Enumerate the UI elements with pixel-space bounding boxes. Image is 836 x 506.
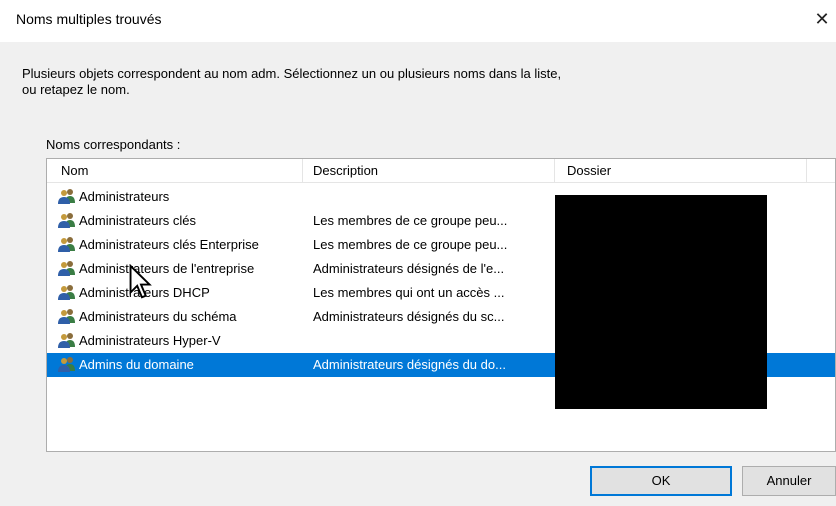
list-header: Nom Description Dossier	[47, 159, 835, 183]
row-name-text: Administrateurs	[79, 189, 170, 204]
group-icon	[57, 260, 77, 276]
column-header-description[interactable]: Description	[303, 159, 555, 183]
row-name-cell: Administrateurs clés Enterprise	[57, 233, 303, 257]
dialog-body: Plusieurs objets correspondent au nom ad…	[0, 42, 836, 506]
row-description-cell: Les membres de ce groupe peu...	[313, 213, 508, 228]
row-name-text: Administrateurs clés	[79, 213, 197, 228]
row-description-cell: Administrateurs désignés du sc...	[313, 309, 505, 324]
row-description-cell: Administrateurs désignés du do...	[313, 357, 506, 372]
row-name-cell: Admins du domaine	[57, 353, 303, 377]
cancel-button[interactable]: Annuler	[742, 466, 836, 496]
row-name-cell: Administrateurs	[57, 185, 303, 209]
group-icon	[57, 284, 77, 300]
group-icon	[57, 332, 77, 348]
row-name-text: Admins du domaine	[79, 357, 194, 372]
row-description-cell: Les membres de ce groupe peu...	[313, 237, 508, 252]
row-name-text: Administrateurs de l'entreprise	[79, 261, 255, 276]
group-icon	[57, 236, 77, 252]
row-name-cell: Administrateurs clés	[57, 209, 303, 233]
group-icon	[57, 356, 77, 372]
column-header-folder[interactable]: Dossier	[555, 159, 807, 183]
title-bar: Noms multiples trouvés ✕	[0, 0, 836, 40]
row-name-cell: Administrateurs du schéma	[57, 305, 303, 329]
matching-names-list[interactable]: Nom Description Dossier Administrateurs A…	[46, 158, 836, 452]
row-name-text: Administrateurs clés Enterprise	[79, 237, 259, 252]
mouse-cursor-icon	[129, 264, 152, 299]
row-description-cell: Administrateurs désignés de l'e...	[313, 261, 505, 276]
row-name-cell: Administrateurs DHCP	[57, 281, 303, 305]
matching-names-label: Noms correspondants :	[46, 137, 181, 152]
group-icon	[57, 188, 77, 204]
dialog-title: Noms multiples trouvés	[16, 11, 162, 27]
row-description-cell: Les membres qui ont un accès ...	[313, 285, 505, 300]
prompt-text: Plusieurs objets correspondent au nom ad…	[22, 66, 562, 97]
row-name-text: Administrateurs Hyper-V	[79, 333, 221, 348]
row-name-cell: Administrateurs Hyper-V	[57, 329, 303, 353]
redacted-folder-column	[555, 195, 767, 409]
row-name-text: Administrateurs du schéma	[79, 309, 237, 324]
row-name-cell: Administrateurs de l'entreprise	[57, 257, 303, 281]
column-header-name[interactable]: Nom	[47, 159, 303, 183]
ok-button[interactable]: OK	[590, 466, 732, 496]
group-icon	[57, 308, 77, 324]
close-icon[interactable]: ✕	[808, 4, 836, 34]
group-icon	[57, 212, 77, 228]
